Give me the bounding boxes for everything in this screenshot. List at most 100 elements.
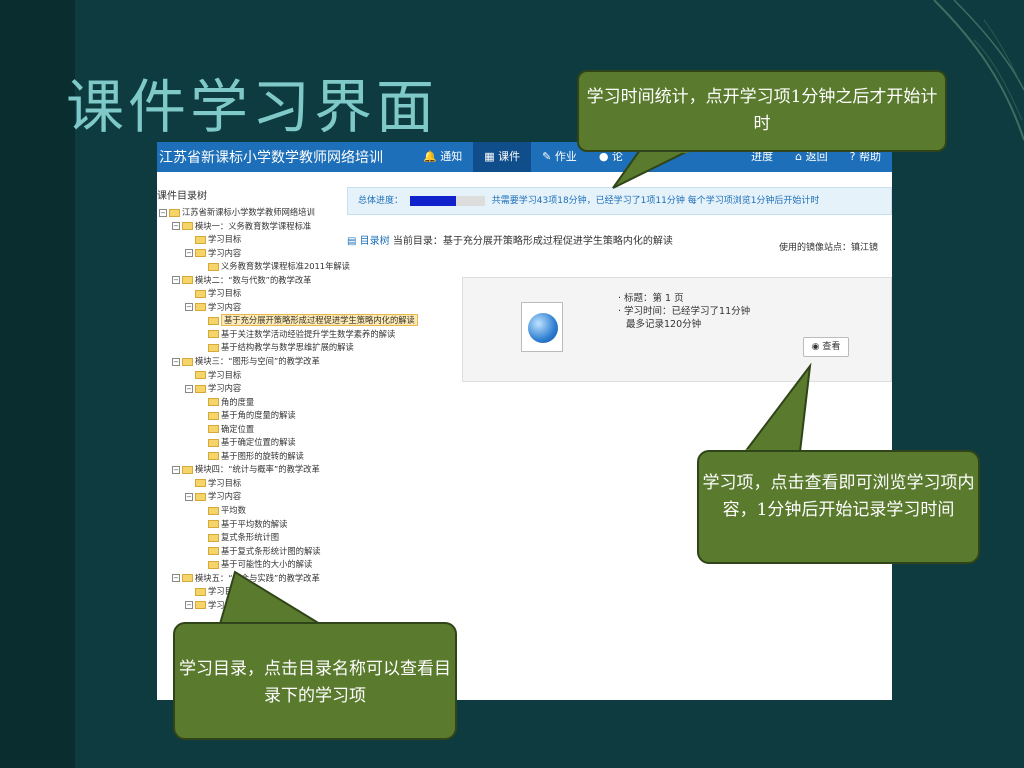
folder-icon (208, 560, 219, 569)
tree-node-label: 基于平均数的解读 (221, 518, 288, 529)
collapse-toggle-icon[interactable]: − (185, 601, 193, 610)
collapse-toggle-icon[interactable]: − (172, 465, 180, 474)
learning-item-card: · 标题：第 1 页 · 学习时间：已经学习了11分钟 最多记录120分钟 ◉ … (462, 277, 892, 382)
collapse-toggle-icon[interactable]: − (172, 574, 180, 583)
tree-node[interactable]: 基于充分展开策略形成过程促进学生策略内化的解读 (159, 314, 418, 328)
tree-node[interactable]: 义务教育数学课程标准2011年解读 (159, 260, 418, 274)
item-info: · 标题：第 1 页 · 学习时间：已经学习了11分钟 最多记录120分钟 (618, 292, 750, 331)
tree-node-label: 平均数 (221, 505, 246, 516)
folder-icon (208, 411, 219, 420)
tree-node[interactable]: 基于结构教学与数学思维扩展的解读 (159, 341, 418, 355)
collapse-toggle-icon[interactable]: − (185, 303, 193, 312)
folder-icon (182, 222, 193, 231)
folder-icon (195, 289, 206, 298)
page-icon[interactable] (521, 302, 563, 352)
collapse-toggle-icon[interactable]: − (185, 249, 193, 258)
tree-node-label: 义务教育数学课程标准2011年解读 (221, 261, 350, 272)
tree-node-label: 基于关注数学活动经验提升学生数学素养的解读 (221, 328, 396, 339)
globe-icon (528, 313, 558, 343)
folder-icon (208, 425, 219, 434)
tree-node-label: 模块五：“综合与实践”的教学改革 (195, 572, 320, 583)
tree-node-label: 江苏省新课标小学数学教师网络培训 (182, 207, 315, 217)
folder-icon (208, 438, 219, 447)
tree-node[interactable]: − 模块四：“统计与概率”的教学改革 (159, 463, 418, 477)
tree-node-label: 基于图形的旋转的解读 (221, 450, 304, 461)
tree-node-label: 模块四：“统计与概率”的教学改革 (195, 464, 320, 475)
tree-node-label: 模块三：“图形与空间”的教学改革 (195, 356, 320, 367)
tree-node-label: 学习目标 (208, 477, 242, 488)
folder-icon (195, 492, 206, 501)
tree-node-label: 复式条形统计图 (221, 532, 280, 543)
tree-node-label: 学习内容 (208, 599, 242, 610)
tree-node[interactable]: − 学习内容 (159, 382, 418, 396)
folder-icon (182, 357, 193, 366)
folder-icon (208, 547, 219, 556)
tree-node[interactable]: 学习目标 (159, 477, 418, 491)
tree-node[interactable]: − 学习内容 (159, 247, 418, 261)
progress-box: 总体进度： 共需要学习43项18分钟，已经学习了1项11分钟 每个学习项浏览1分… (347, 187, 892, 215)
tree-node[interactable]: 平均数 (159, 504, 418, 518)
view-button[interactable]: ◉ 查看 (803, 337, 849, 357)
folder-icon (182, 574, 193, 583)
tree-node-label: 模块二：“数与代数”的教学改革 (195, 274, 312, 285)
collapse-toggle-icon[interactable]: − (172, 357, 180, 366)
tree-node[interactable]: 基于角的度量的解读 (159, 409, 418, 423)
tree-node-label: 模块一：义务教育数学课程标准 (195, 220, 312, 231)
tree-node-label: 基于充分展开策略形成过程促进学生策略内化的解读 (221, 314, 418, 327)
tree-node[interactable]: 学习目标 (159, 369, 418, 383)
tree-node[interactable]: 角的度量 (159, 396, 418, 410)
folder-icon (182, 465, 193, 474)
tree-node-label: 学习目标 (208, 586, 242, 597)
collapse-toggle-icon[interactable]: − (185, 384, 193, 393)
collapse-toggle-icon[interactable]: − (185, 492, 193, 501)
tree-node[interactable]: 基于关注数学活动经验提升学生数学素养的解读 (159, 328, 418, 342)
tree-node-label: 学习目标 (208, 288, 242, 299)
callout-time-stats: 学习时间统计，点开学习项1分钟之后才开始计时 (577, 70, 947, 152)
tree-node[interactable]: − 学习内容 (159, 490, 418, 504)
tree-node[interactable]: 复式条形统计图 (159, 531, 418, 545)
tree-node[interactable]: 基于确定位置的解读 (159, 436, 418, 450)
collapse-toggle-icon[interactable]: − (159, 208, 167, 217)
callout-directory: 学习目录，点击目录名称可以查看目录下的学习项 (173, 622, 457, 740)
tree-node[interactable]: 学习目标 (159, 585, 418, 599)
folder-icon (208, 398, 219, 407)
folder-icon (195, 303, 206, 312)
directory-tree: − 江苏省新课标小学数学教师网络培训 − 模块一：义务教育数学课程标准 学习目标 − 学习内… (159, 206, 418, 612)
tree-node[interactable]: − 学习内容 (159, 599, 418, 613)
tree-node[interactable]: 基于图形的旋转的解读 (159, 450, 418, 464)
current-directory: 当前目录：基于充分展开策略形成过程促进学生策略内化的解读 (392, 236, 673, 247)
tree-node-label: 学习内容 (208, 491, 242, 502)
tree-node[interactable]: 确定位置 (159, 423, 418, 437)
directory-tree-link[interactable]: ▤ 目录树 (347, 236, 390, 247)
tree-node[interactable]: − 学习内容 (159, 301, 418, 315)
tree-node[interactable]: − 模块二：“数与代数”的教学改革 (159, 274, 418, 288)
collapse-toggle-icon[interactable]: − (172, 222, 180, 231)
nav-notice[interactable]: 🔔 通知 (412, 142, 473, 172)
mirror-site: 使用的镜像站点：镇江镜 (779, 243, 879, 253)
directory-line: ▤ 目录树 当前目录：基于充分展开策略形成过程促进学生策略内化的解读 (347, 232, 673, 247)
tree-node-label: 角的度量 (221, 396, 255, 407)
site-title: 江苏省新课标小学数学教师网络培训 (159, 150, 383, 166)
folder-icon (195, 235, 206, 244)
tree-node[interactable]: 基于平均数的解读 (159, 518, 418, 532)
nav-courseware[interactable]: ▦ 课件 (473, 142, 532, 172)
collapse-toggle-icon[interactable]: − (172, 276, 180, 285)
tree-node[interactable]: 学习目标 (159, 287, 418, 301)
folder-icon (208, 316, 219, 325)
folder-icon (208, 506, 219, 515)
tree-node-label: 学习内容 (208, 383, 242, 394)
tree-node[interactable]: 基于复式条形统计图的解读 (159, 545, 418, 559)
tree-node[interactable]: 基于可能性的大小的解读 (159, 558, 418, 572)
folder-icon (195, 371, 206, 380)
tree-node[interactable]: − 模块三：“图形与空间”的教学改革 (159, 355, 418, 369)
tree-node-label: 基于角的度量的解读 (221, 410, 296, 421)
tree-node-label: 基于结构教学与数学思维扩展的解读 (221, 342, 354, 353)
folder-icon (195, 601, 206, 610)
folder-icon (208, 330, 219, 339)
tree-node[interactable]: − 模块五：“综合与实践”的教学改革 (159, 572, 418, 586)
folder-icon (208, 533, 219, 542)
left-band (0, 0, 75, 768)
tree-node-label: 确定位置 (221, 423, 255, 434)
folder-icon (208, 520, 219, 529)
tree-title: 课件目录树 (157, 191, 207, 202)
